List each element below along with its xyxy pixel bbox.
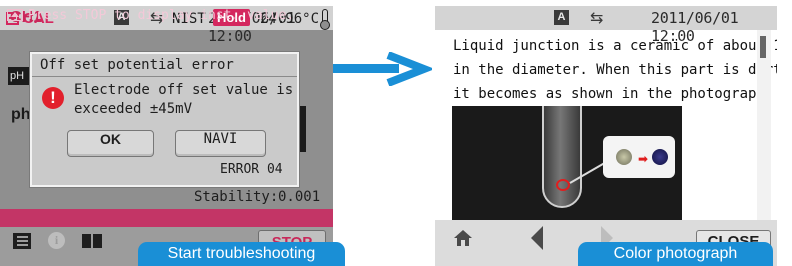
left-device-screen: CAL A ⇆ 2011/06/01 12:00 CH1 NIST Hold 2… [0,6,333,266]
error-dialog: Off set potential error ! Electrode off … [30,52,299,187]
clean-junction-image [616,149,632,165]
electrode-tube [542,106,582,208]
arrow-icon: ➡ [638,152,649,166]
dialog-message-line1: Electrode off set value is [74,82,294,98]
liquid-junction-highlight [556,179,570,191]
electrode-photograph: ➡ [452,106,682,220]
message-bar [0,209,333,227]
list-icon[interactable] [13,233,31,249]
dialog-divider [32,76,297,77]
help-text-line: Liquid junction is a ceramic of about 1m… [453,38,777,54]
navi-button[interactable]: NAVI [175,130,266,157]
dirty-junction-image [652,149,668,165]
caption-start-troubleshooting: Start troubleshooting [138,242,345,266]
dialog-message-line2: exceeded ±45mV [74,101,193,117]
caption-color-photograph: Color photograph [578,242,773,266]
measurement-label: ph [11,106,31,123]
scrollbar[interactable] [757,30,771,220]
book-icon[interactable] [82,234,102,248]
side-tab-ph[interactable]: pH [8,67,32,85]
message-text: Press STOP to display inst. value. [28,8,295,23]
expand-up-icon[interactable] [7,9,23,21]
info-icon[interactable]: i [48,232,65,249]
right-device-screen: A ⇆ 2011/06/01 12:00 Liquid junction is … [435,6,777,266]
dialog-title: Off set potential error [40,57,234,73]
stability-value: 0.001 [278,189,321,205]
previous-page-icon[interactable] [531,226,543,250]
home-icon[interactable] [454,230,472,246]
usb-icon: ⇆ [590,8,604,27]
error-code: ERROR 04 [220,162,283,177]
right-arrow-icon [386,52,432,86]
auto-badge: A [554,10,569,25]
help-text-line: it becomes as shown in the photograph. [453,86,774,102]
ok-button[interactable]: OK [67,130,154,157]
help-text-line: in the diameter. When this part is dirty… [453,62,777,78]
thermometer-icon [320,9,330,30]
scrollbar-thumb[interactable] [760,36,766,58]
stability-label: Stability: [194,189,279,205]
error-icon: ! [42,87,64,109]
